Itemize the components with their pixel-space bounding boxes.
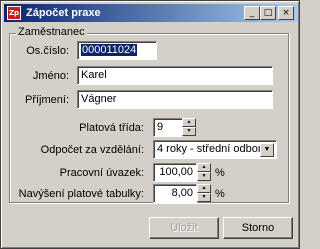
close-button[interactable]: × bbox=[278, 6, 294, 20]
navyseni-spinner[interactable]: ▲ ▼ bbox=[197, 184, 211, 203]
platova-trida-spinner[interactable]: ▲ ▼ bbox=[182, 118, 196, 137]
maximize-button[interactable]: □ bbox=[260, 6, 276, 20]
spin-down-icon[interactable]: ▼ bbox=[182, 127, 196, 136]
navyseni-field[interactable]: 8,00 bbox=[153, 184, 197, 203]
odpocet-select[interactable]: 4 roky - střední odborné ▼ bbox=[153, 140, 277, 159]
spin-down-icon[interactable]: ▼ bbox=[197, 193, 211, 202]
spin-down-icon[interactable]: ▼ bbox=[197, 172, 211, 181]
cancel-button[interactable]: Storno bbox=[223, 217, 293, 239]
navyseni-unit: % bbox=[215, 188, 225, 200]
odpocet-value: 4 roky - střední odborné bbox=[157, 143, 274, 155]
spin-up-icon[interactable]: ▲ bbox=[197, 184, 211, 193]
dialog-window: Zp Zápočet praxe _ □ × Zaměstnanec Os.čí… bbox=[0, 0, 300, 249]
minimize-button[interactable]: _ bbox=[244, 6, 260, 20]
os-cislo-label: Os.číslo: bbox=[26, 45, 69, 57]
jmeno-label: Jméno: bbox=[32, 70, 69, 82]
title-bar[interactable]: Zp Zápočet praxe _ □ × bbox=[4, 4, 298, 22]
platova-trida-label: Platová třída: bbox=[79, 122, 144, 134]
os-cislo-value: 000011024 bbox=[81, 44, 138, 56]
odpocet-label: Odpočet za vzdělání: bbox=[40, 144, 144, 156]
spin-up-icon[interactable]: ▲ bbox=[182, 118, 196, 127]
navyseni-label: Navýšení platové tabulky: bbox=[18, 188, 144, 200]
uvazek-spinner[interactable]: ▲ ▼ bbox=[197, 163, 211, 182]
os-cislo-field[interactable]: 000011024 bbox=[77, 41, 157, 60]
uvazek-field[interactable]: 100,00 bbox=[153, 163, 197, 182]
uvazek-label: Pracovní úvazek: bbox=[59, 167, 144, 179]
dropdown-arrow-icon[interactable]: ▼ bbox=[260, 143, 274, 157]
spin-up-icon[interactable]: ▲ bbox=[197, 163, 211, 172]
employee-group-label: Zaměstnanec bbox=[16, 26, 87, 38]
window-title: Zápočet praxe bbox=[26, 7, 101, 19]
prijmeni-label: Příjmení: bbox=[24, 94, 69, 106]
prijmeni-field[interactable]: Vágner bbox=[77, 90, 273, 109]
platova-trida-field[interactable]: 9 bbox=[153, 118, 183, 137]
app-icon: Zp bbox=[7, 6, 21, 20]
save-button[interactable]: Uložit bbox=[149, 217, 219, 239]
uvazek-unit: % bbox=[215, 167, 225, 179]
jmeno-field[interactable]: Karel bbox=[77, 66, 273, 85]
